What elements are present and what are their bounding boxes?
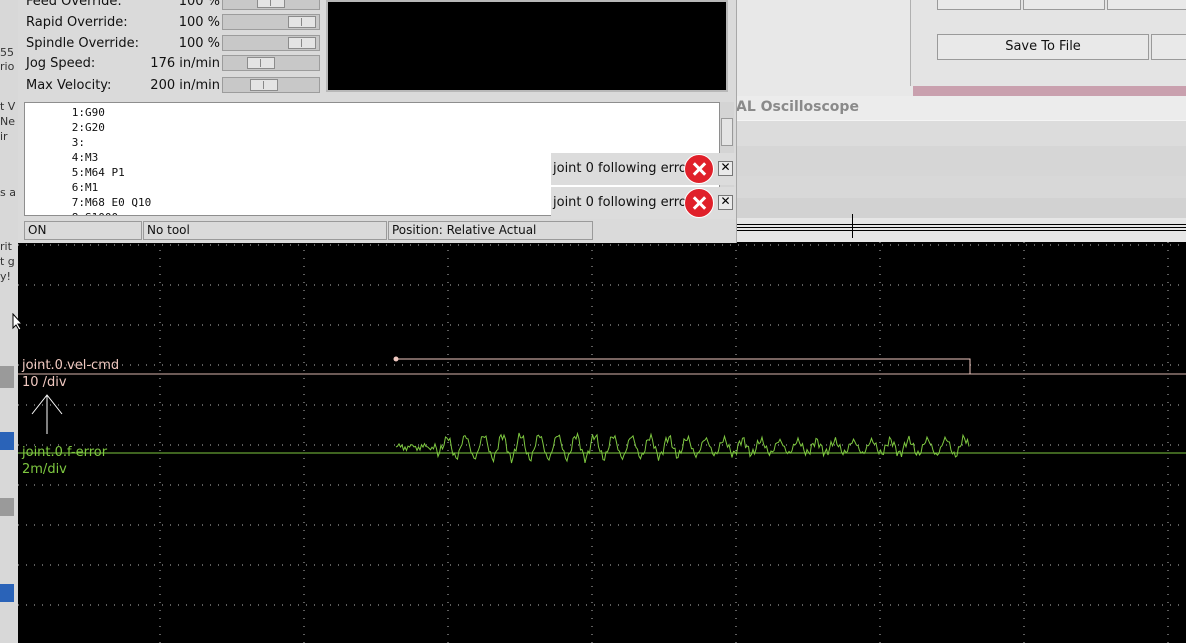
gcode-line-number: 7: — [71, 196, 85, 209]
close-icon[interactable]: ✕ — [718, 161, 733, 176]
gcode-line-number: 8: — [25, 211, 85, 215]
gcode-line-number: 1: — [71, 106, 85, 119]
slider-knob[interactable] — [247, 57, 275, 69]
background-app-window: Save To File — [728, 0, 1186, 100]
feed-override-row: Feed Override: 100 % — [26, 0, 220, 9]
top-button[interactable] — [1023, 0, 1105, 10]
trigger-marker — [393, 356, 399, 362]
gcode-line[interactable]: M1 — [85, 181, 98, 194]
error-notification: joint 0 following error ✕ — [551, 153, 736, 185]
machine-state-status: ON — [24, 221, 142, 240]
scope-time-ruler[interactable] — [728, 214, 1186, 242]
fragment-text: y! — [0, 270, 11, 283]
spindle-override-row: Spindle Override: 100 % — [26, 36, 220, 51]
window-title: AL Oscilloscope — [736, 99, 859, 115]
error-message: joint 0 following error — [553, 161, 693, 176]
feed-override-slider[interactable] — [222, 0, 320, 10]
top-button[interactable] — [1107, 0, 1186, 10]
tool-status: No tool — [143, 221, 387, 240]
fragment-text: Ne — [0, 115, 15, 128]
scrollbar-thumb[interactable] — [721, 118, 733, 146]
fragment-text: ir — [0, 130, 8, 143]
gcode-line-number: 3: — [71, 136, 85, 149]
error-icon — [684, 154, 714, 184]
fragment-text: s a — [0, 186, 16, 199]
scope-menubar — [728, 120, 1186, 148]
override-value: 176 in/min — [150, 56, 220, 71]
oscilloscope-titlebar: AL Oscilloscope — [728, 96, 1186, 120]
button-panel: Save To File — [910, 0, 1186, 86]
scope-toolbar — [728, 146, 1186, 177]
max-velocity-slider[interactable] — [222, 77, 320, 93]
scope-toolbar — [728, 176, 1186, 199]
error-icon — [684, 188, 714, 218]
scope-display[interactable] — [18, 242, 1186, 643]
channel-name[interactable]: joint.0.vel-cmd — [22, 358, 119, 373]
gcode-line[interactable]: S1000 — [85, 211, 118, 215]
channel-scale: 2m/div — [22, 462, 67, 477]
rapid-override-row: Rapid Override: 100 % — [26, 15, 220, 30]
channel-scale: 10 /div — [22, 375, 67, 390]
rapid-override-slider[interactable] — [222, 14, 320, 30]
gcode-line-number: 4: — [71, 151, 85, 164]
gcode-line-number: 6: — [71, 181, 85, 194]
slider-knob[interactable] — [257, 0, 285, 8]
override-value: 100 % — [178, 0, 220, 9]
fragment-text: rit — [0, 240, 12, 253]
fragment-text: t g — [0, 255, 15, 268]
slider-knob[interactable] — [250, 79, 278, 91]
position-status: Position: Relative Actual — [388, 221, 593, 240]
toolpath-preview[interactable] — [326, 0, 728, 92]
override-value: 100 % — [178, 36, 220, 51]
gcode-line-number: 2: — [71, 121, 85, 134]
close-icon[interactable]: ✕ — [718, 195, 733, 210]
scope-toolbar — [728, 198, 1186, 218]
error-notification: joint 0 following error ✕ — [551, 187, 736, 219]
gcode-line[interactable]: G90 — [85, 106, 105, 119]
slider-knob[interactable] — [288, 37, 316, 49]
override-value: 100 % — [178, 15, 220, 30]
fragment-text: t V — [0, 100, 16, 113]
spindle-override-slider[interactable] — [222, 35, 320, 51]
jog-speed-slider[interactable] — [222, 55, 320, 71]
top-button[interactable] — [937, 0, 1021, 10]
gcode-line[interactable]: G20 — [85, 121, 105, 134]
max-velocity-row: Max Velocity: 200 in/min — [26, 78, 220, 93]
override-value: 200 in/min — [150, 78, 220, 93]
fragment-text: 55 — [0, 46, 14, 59]
slider-knob[interactable] — [288, 16, 316, 28]
gcode-line[interactable]: M68 E0 Q10 — [85, 196, 151, 209]
gcode-line-number: 5: — [71, 166, 85, 179]
error-message: joint 0 following error — [553, 195, 693, 210]
fragment-text: rio — [0, 60, 15, 73]
gcode-line[interactable]: M3 — [85, 151, 98, 164]
jog-speed-row: Jog Speed: 176 in/min — [26, 56, 220, 71]
gcode-line[interactable]: M64 P1 — [85, 166, 125, 179]
mouse-cursor-icon — [12, 313, 24, 331]
channel-name[interactable]: joint.0.f-error — [22, 445, 107, 460]
side-button[interactable] — [1151, 34, 1186, 60]
save-to-file-button[interactable]: Save To File — [937, 34, 1149, 60]
